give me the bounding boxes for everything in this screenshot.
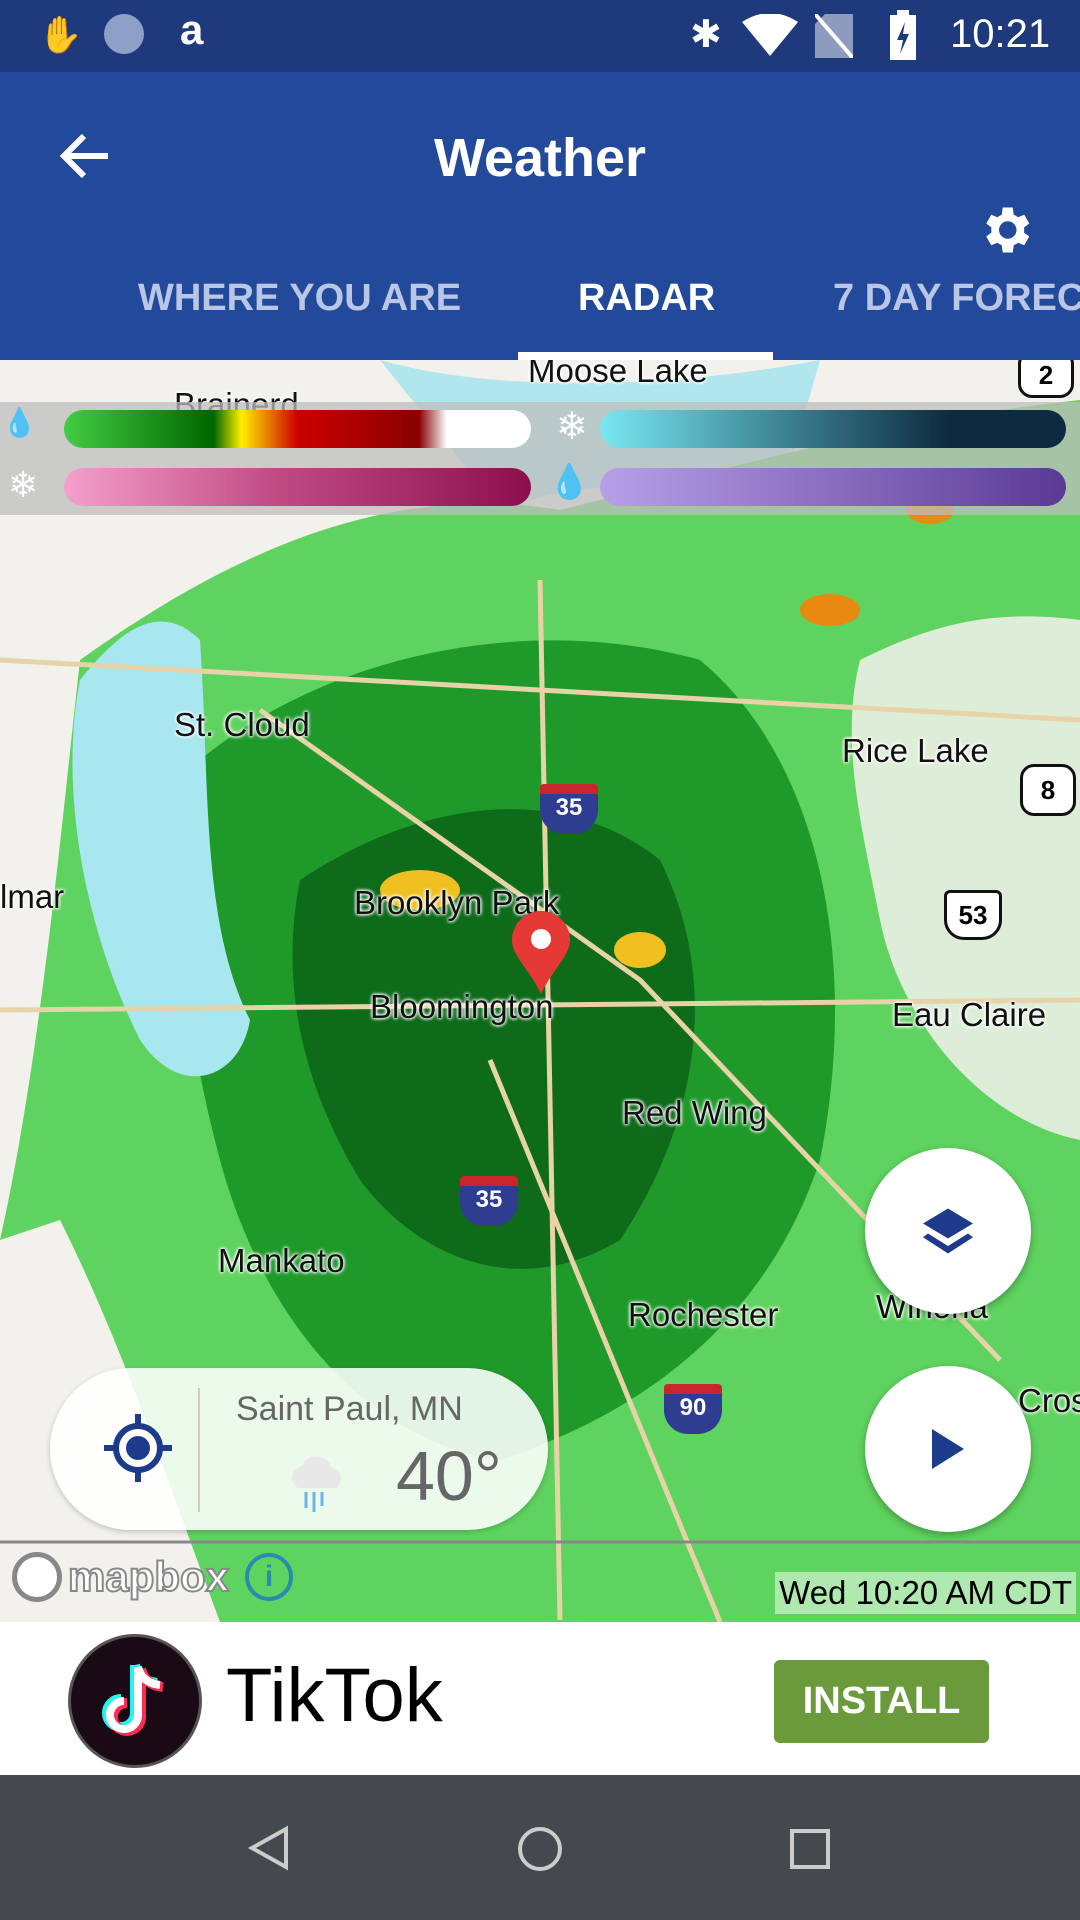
back-nav-icon[interactable] — [246, 1825, 292, 1871]
info-icon[interactable]: i — [245, 1553, 294, 1601]
install-button[interactable]: INSTALL — [774, 1660, 989, 1743]
mix-scale — [64, 468, 531, 506]
wifi-icon — [742, 14, 798, 56]
city-label: lmar — [0, 878, 65, 915]
location-pin-icon[interactable] — [510, 910, 572, 994]
home-nav-icon[interactable] — [516, 1825, 564, 1873]
radar-map[interactable]: Brainerd 💧 ❄ ❄ 💧 Moose Lake St. Cloud Ri… — [0, 360, 1080, 1622]
rain-scale — [64, 410, 531, 448]
ice-scale — [600, 468, 1066, 506]
divider — [198, 1388, 200, 1512]
layers-icon — [923, 1208, 973, 1254]
play-icon — [932, 1429, 964, 1469]
city-label: Eau Claire — [892, 996, 1047, 1033]
mapbox-logo[interactable]: mapbox i — [12, 1552, 294, 1602]
city-label: Mankato — [218, 1242, 345, 1279]
rain-cloud-icon — [292, 1456, 341, 1512]
radar-timestamp: Wed 10:20 AM CDT — [775, 1572, 1076, 1614]
mix-icon: ❄ — [8, 464, 39, 505]
bluetooth-icon: ✱ — [690, 14, 722, 56]
tiktok-logo-icon — [68, 1634, 202, 1768]
status-bar: ✋ a ✱ 10:21 — [0, 0, 1080, 72]
city-label: Rice Lake — [842, 732, 989, 769]
gear-icon[interactable] — [978, 200, 1038, 260]
interstate-shield: 35 — [540, 784, 598, 834]
mapbox-wordmark: mapbox — [67, 1552, 230, 1601]
amazon-icon: a — [180, 6, 204, 53]
city-label: Moose Lake — [528, 360, 708, 389]
city-label: St. Cloud — [174, 706, 310, 743]
ice-icon: 💧 — [548, 463, 591, 501]
my-location-icon[interactable] — [102, 1412, 174, 1484]
active-tab-indicator — [518, 352, 773, 360]
radar-legend: 💧 ❄ ❄ 💧 — [0, 402, 1080, 515]
recents-nav-icon[interactable] — [788, 1827, 832, 1871]
app-bar: Weather WHERE YOU ARE RADAR 7 DAY FOREC — [0, 72, 1080, 360]
play-animation-button[interactable] — [865, 1366, 1031, 1532]
city-label: Cros — [1018, 1382, 1080, 1419]
city-label: Red Wing — [622, 1094, 767, 1131]
layers-button[interactable] — [865, 1148, 1031, 1314]
page-title: Weather — [433, 128, 647, 188]
temperature: 40° — [396, 1437, 502, 1515]
tab-where-you-are[interactable]: WHERE YOU ARE — [138, 277, 461, 320]
us-route-shield: 53 — [944, 890, 1002, 940]
snow-icon: ❄ — [556, 406, 588, 448]
sync-icon — [104, 14, 144, 54]
interstate-shield: 35 — [460, 1176, 518, 1226]
tab-radar[interactable]: RADAR — [578, 277, 715, 320]
clock: 10:21 — [950, 12, 1051, 56]
ad-banner[interactable]: TikTok INSTALL — [0, 1622, 1080, 1775]
hand-icon: ✋ — [38, 14, 83, 55]
snow-scale — [600, 410, 1066, 448]
ad-app-name: TikTok — [226, 1653, 443, 1738]
city-label: Rochester — [628, 1296, 779, 1333]
location-card[interactable]: Saint Paul, MN 40° — [50, 1368, 548, 1530]
location-name: Saint Paul, MN — [236, 1390, 463, 1428]
mapbox-icon — [12, 1552, 62, 1602]
rain-icon: 💧 — [2, 407, 37, 438]
battery-charging-icon — [890, 10, 916, 60]
interstate-shield: 90 — [664, 1384, 722, 1434]
tab-7-day-forecast[interactable]: 7 DAY FOREC — [833, 277, 1080, 320]
state-route-shield: 8 — [1020, 764, 1076, 816]
no-sim-icon — [815, 14, 853, 58]
navigation-bar — [0, 1775, 1080, 1920]
state-route-shield: 2 — [1018, 360, 1074, 398]
